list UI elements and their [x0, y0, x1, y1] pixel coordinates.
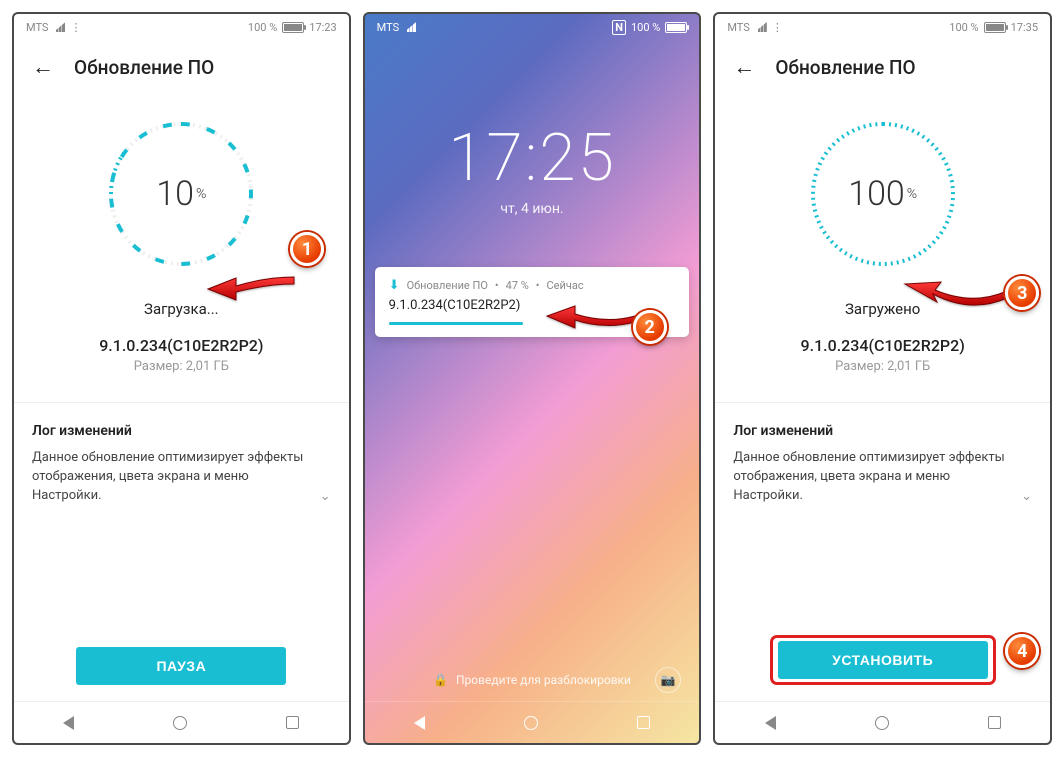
nav-recent-icon[interactable] — [286, 716, 299, 729]
lock-clock: 17:25 — [365, 120, 700, 197]
carrier-label: MTS — [377, 21, 399, 34]
annotation-arrow-3 — [901, 276, 1011, 324]
pause-button[interactable]: ПАУЗА — [76, 647, 286, 685]
page-title: Обновление ПО — [74, 56, 214, 79]
carrier-label: MTS — [727, 21, 749, 34]
lock-date: чт, 4 июн. — [365, 201, 700, 217]
changelog-title: Лог изменений — [14, 403, 349, 449]
clock: 17:35 — [1011, 21, 1038, 34]
carrier-label: MTS — [26, 21, 48, 34]
nav-back-icon[interactable] — [63, 716, 74, 730]
notif-percent: 47 % — [506, 279, 529, 292]
page-header: ← Обновление ПО — [715, 40, 1050, 94]
battery-icon — [665, 22, 687, 33]
nav-back-icon[interactable] — [765, 716, 776, 730]
nav-back-icon[interactable] — [414, 716, 425, 730]
lock-icon: 🔒 — [433, 673, 448, 687]
install-highlight: УСТАНОВИТЬ — [770, 635, 996, 685]
progress-value: 100 — [848, 174, 905, 214]
changelog-text: Данное обновление оптимизирует эффекты о… — [32, 449, 331, 506]
changelog-row[interactable]: Данное обновление оптимизирует эффекты о… — [14, 449, 349, 506]
download-icon: ⬇ — [389, 278, 400, 293]
version-label: 9.1.0.234(C10E2R2P2) — [715, 336, 1050, 355]
battery-icon — [282, 22, 304, 33]
download-status: Загрузка... — [14, 300, 349, 318]
progress-ring: 10% — [101, 114, 261, 274]
status-bar: MTS N 100 % — [365, 14, 700, 40]
nav-bar — [365, 701, 700, 743]
chevron-down-icon: ⌄ — [320, 489, 331, 504]
nfc-icon: N — [612, 20, 626, 35]
signal-icon — [53, 22, 65, 32]
nav-home-icon[interactable] — [524, 716, 538, 730]
status-bar: MTS ⋮ 100 % 17:35 — [715, 14, 1050, 40]
screen-update-downloading: MTS ⋮ 100 % 17:23 ← Обновление ПО 10% За… — [12, 12, 351, 745]
page-header: ← Обновление ПО — [14, 40, 349, 94]
screen-lockscreen: MTS N 100 % 17:25 чт, 4 июн. ⬇ Обновлени… — [363, 12, 702, 745]
version-label: 9.1.0.234(C10E2R2P2) — [14, 336, 349, 355]
nav-home-icon[interactable] — [173, 716, 187, 730]
back-icon[interactable]: ← — [32, 54, 54, 80]
status-bar: MTS ⋮ 100 % 17:23 — [14, 14, 349, 40]
changelog-text: Данное обновление оптимизирует эффекты о… — [733, 449, 1032, 506]
screen-update-complete: MTS ⋮ 100 % 17:35 ← Обновление ПО 100% З… — [713, 12, 1052, 745]
battery-pct: 100 % — [248, 21, 277, 34]
progress-ring: 100% — [803, 114, 963, 274]
wifi-icon: ⋮ — [70, 21, 81, 34]
changelog-title: Лог изменений — [715, 403, 1050, 449]
notif-time: Сейчас — [547, 279, 584, 292]
nav-recent-icon[interactable] — [637, 716, 650, 729]
nav-home-icon[interactable] — [875, 716, 889, 730]
camera-icon[interactable]: 📷 — [655, 667, 681, 693]
battery-pct: 100 % — [631, 21, 660, 34]
notif-app-name: Обновление ПО — [407, 279, 488, 292]
nav-bar — [14, 701, 349, 743]
annotation-arrow-1 — [206, 272, 296, 306]
battery-pct: 100 % — [949, 21, 978, 34]
signal-icon — [755, 22, 767, 32]
back-icon[interactable]: ← — [733, 54, 755, 80]
size-label: Размер: 2,01 ГБ — [14, 359, 349, 374]
nav-bar — [715, 701, 1050, 743]
annotation-badge-1: 1 — [290, 232, 324, 266]
progress-value: 10 — [156, 174, 194, 214]
notif-progress-bar — [389, 322, 524, 325]
battery-icon — [984, 22, 1006, 33]
install-button[interactable]: УСТАНОВИТЬ — [778, 641, 988, 679]
annotation-badge-2: 2 — [633, 310, 667, 344]
clock: 17:23 — [309, 21, 336, 34]
signal-icon — [404, 22, 416, 32]
chevron-down-icon: ⌄ — [1021, 489, 1032, 504]
page-title: Обновление ПО — [775, 56, 915, 79]
annotation-arrow-2 — [545, 304, 639, 342]
unlock-hint: Проведите для разблокировки — [456, 673, 631, 687]
size-label: Размер: 2,01 ГБ — [715, 359, 1050, 374]
wifi-icon: ⋮ — [772, 21, 783, 34]
nav-recent-icon[interactable] — [988, 716, 1001, 729]
changelog-row[interactable]: Данное обновление оптимизирует эффекты о… — [715, 449, 1050, 506]
